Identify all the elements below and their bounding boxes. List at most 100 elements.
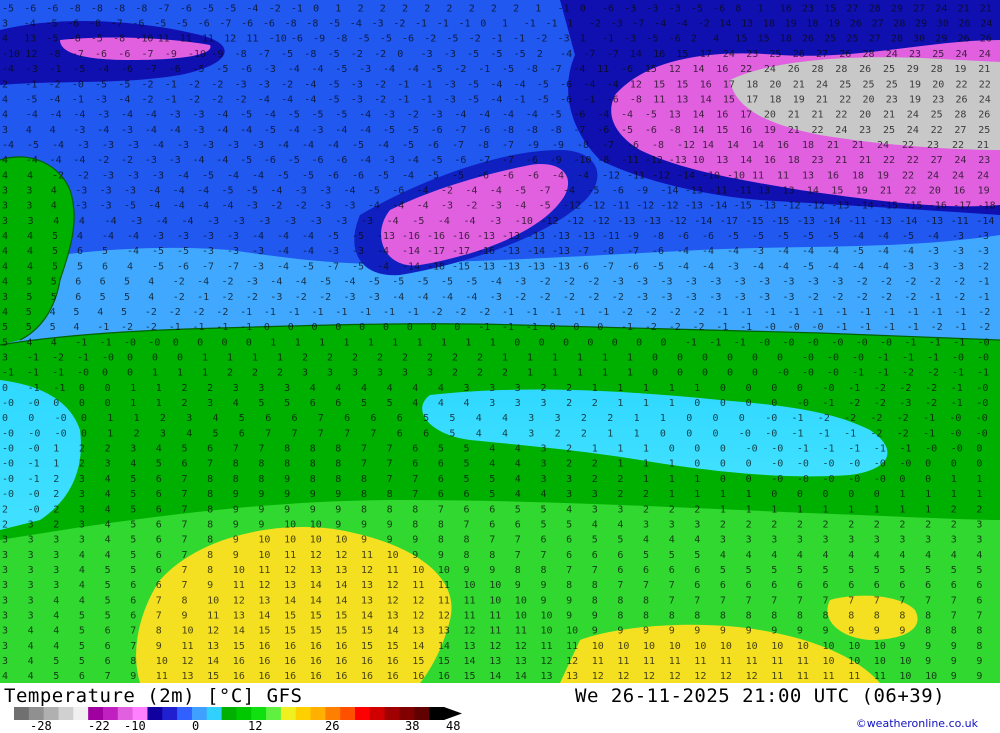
temperature-value: 23 bbox=[859, 125, 871, 136]
temperature-value: -6 bbox=[645, 125, 657, 136]
temperature-value: -0 bbox=[976, 413, 988, 424]
temperature-value: 5 bbox=[541, 504, 547, 515]
temperature-value: -6 bbox=[612, 186, 624, 197]
temperature-value: 15 bbox=[438, 656, 450, 667]
temperature-value: -7 bbox=[632, 19, 644, 30]
temperature-value: 12 bbox=[746, 671, 758, 682]
temperature-value: -2 bbox=[589, 19, 601, 30]
temperature-value: 15 bbox=[645, 64, 657, 75]
temperature-value: -4 bbox=[102, 231, 114, 242]
temperature-value: -2 bbox=[925, 398, 937, 409]
temperature-value: 0 bbox=[597, 322, 603, 333]
temperature-value: -16 bbox=[452, 231, 470, 242]
temperature-value: -13 bbox=[552, 261, 570, 272]
temperature-value: -4 bbox=[402, 170, 414, 181]
temperature-value: -4 bbox=[302, 140, 314, 151]
temperature-value: 9 bbox=[207, 580, 213, 591]
temperature-value: -1 bbox=[883, 322, 895, 333]
temperature-value: 2 bbox=[566, 444, 572, 455]
temperature-value: 3 bbox=[899, 535, 905, 546]
temperature-value: 13 bbox=[387, 611, 399, 622]
temperature-value: -1 bbox=[716, 322, 728, 333]
temperature-value: -6 bbox=[573, 110, 585, 121]
temperature-value: 9 bbox=[156, 641, 162, 652]
temperature-value: 11 bbox=[720, 656, 732, 667]
temperature-value: -2 bbox=[925, 383, 937, 394]
temperature-value: -6 bbox=[335, 155, 347, 166]
temperature-value: 1 bbox=[319, 337, 325, 348]
temperature-value: 0 bbox=[173, 337, 179, 348]
temperature-value: -3 bbox=[752, 246, 764, 257]
temperature-value: 1 bbox=[627, 353, 633, 364]
temperature-value: -14 bbox=[899, 216, 917, 227]
temperature-value: -6 bbox=[169, 64, 181, 75]
temperature-value: 9 bbox=[489, 565, 495, 576]
temperature-value: 15 bbox=[361, 626, 373, 637]
temperature-value: 16 bbox=[387, 656, 399, 667]
temperature-value: 10 bbox=[207, 595, 219, 606]
temperature-value: 22 bbox=[904, 186, 916, 197]
temperature-value: -2 bbox=[535, 34, 547, 45]
temperature-value: 24 bbox=[835, 125, 847, 136]
temperature-value: 5 bbox=[73, 307, 79, 318]
temperature-value: 12 bbox=[387, 595, 399, 606]
temperature-value: -12 bbox=[602, 170, 620, 181]
temperature-value: 13 bbox=[758, 186, 770, 197]
temperature-value: -12 bbox=[566, 216, 584, 227]
temperature-value: 4 bbox=[951, 550, 957, 561]
temperature-value: 2 bbox=[452, 353, 458, 364]
temperature-value: 14 bbox=[719, 19, 731, 30]
temperature-value: 7 bbox=[464, 519, 470, 530]
temperature-value: 3 bbox=[2, 535, 8, 546]
temperature-value: 12 bbox=[720, 671, 732, 682]
temperature-value: 15 bbox=[310, 611, 322, 622]
temperature-value: 10 bbox=[258, 550, 270, 561]
temperature-value: 8 bbox=[874, 611, 880, 622]
temperature-value: 8 bbox=[643, 611, 649, 622]
temperature-value: 6 bbox=[489, 519, 495, 530]
temperature-value: 4 bbox=[387, 383, 393, 394]
temperature-value: 28 bbox=[891, 34, 903, 45]
temperature-value: 9 bbox=[669, 626, 675, 637]
temperature-value: -2 bbox=[281, 79, 293, 90]
temperature-value: -0 bbox=[874, 459, 886, 470]
temperature-value: 15 bbox=[310, 626, 322, 637]
temperature-value: -3 bbox=[152, 170, 164, 181]
temperature-value: 3 bbox=[771, 535, 777, 546]
temperature-value: 6 bbox=[156, 519, 162, 530]
temperature-value: 10 bbox=[669, 641, 681, 652]
temperature-value: 0 bbox=[720, 383, 726, 394]
temperature-value: 2 bbox=[899, 519, 905, 530]
temperature-value: -0 bbox=[874, 474, 886, 485]
temperature-value: -13 bbox=[925, 216, 943, 227]
credit-link[interactable]: ©weatheronline.co.uk bbox=[856, 717, 978, 730]
temperature-value: -3 bbox=[177, 231, 189, 242]
temperature-value: -4 bbox=[127, 231, 139, 242]
temperature-value: 3 bbox=[2, 201, 8, 212]
temperature-value: 3 bbox=[28, 565, 34, 576]
temperature-value: -6 bbox=[627, 140, 639, 151]
temperature-value: -6 bbox=[177, 261, 189, 272]
temperature-value: -4 bbox=[465, 292, 477, 303]
temperature-value: 0 bbox=[397, 49, 403, 60]
temperature-value: 4 bbox=[2, 170, 8, 181]
temperature-value: 0 bbox=[79, 398, 85, 409]
temperature-value: 6 bbox=[75, 292, 81, 303]
temperature-value: -4 bbox=[312, 64, 324, 75]
temperature-value: 5 bbox=[848, 565, 854, 576]
temperature-value: 9 bbox=[233, 504, 239, 515]
temperature-value: -3 bbox=[100, 201, 112, 212]
temperature-value: -6 bbox=[240, 64, 252, 75]
legend-swatch bbox=[147, 707, 163, 720]
temperature-value: -0 bbox=[765, 428, 777, 439]
temperature-value: -2 bbox=[899, 383, 911, 394]
temperature-value: 28 bbox=[893, 19, 905, 30]
temperature-value: 2 bbox=[617, 489, 623, 500]
temperature-value: -1 bbox=[685, 337, 697, 348]
temperature-value: 1 bbox=[465, 337, 471, 348]
temperature-value: 9 bbox=[951, 671, 957, 682]
temperature-value: 27 bbox=[872, 19, 884, 30]
temperature-value: 1 bbox=[899, 504, 905, 515]
temperature-value: -4 bbox=[295, 277, 307, 288]
temperature-value: 27 bbox=[931, 155, 943, 166]
